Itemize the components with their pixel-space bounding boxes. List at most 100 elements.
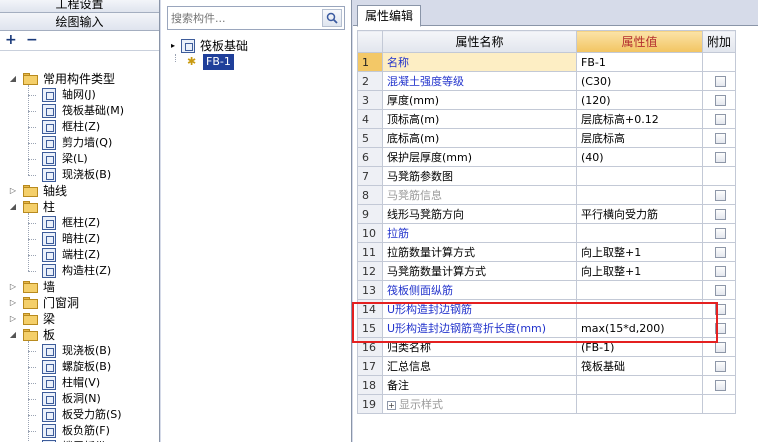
property-row[interactable]: 16 归类名称 (FB-1) [357,337,737,357]
extra-checkbox[interactable] [715,209,726,220]
extra-checkbox[interactable] [715,152,726,163]
tree-item[interactable]: 框柱(Z) [0,119,159,135]
property-value[interactable] [576,166,703,186]
tab-property-edit[interactable]: 属性编辑 [357,5,422,27]
property-value[interactable]: 向上取整+1 [576,261,703,281]
tree-item[interactable]: 端柱(Z) [0,247,159,263]
extra-checkbox[interactable] [715,285,726,296]
expand-icon[interactable]: ▷ [8,183,18,199]
property-value[interactable]: FB-1 [576,52,703,72]
extra-cell [701,204,737,224]
tree-item[interactable]: 轴网(J) [0,87,159,103]
tree-item[interactable]: 柱帽(V) [0,375,159,391]
tree-item[interactable]: 暗柱(Z) [0,231,159,247]
tree-folder[interactable]: ▷ 梁 [0,311,159,327]
property-row[interactable]: 9 线形马凳筋方向 平行横向受力筋 [357,204,737,224]
tree-folder[interactable]: ▷ 墙 [0,279,159,295]
expand-all-icon[interactable]: + [5,33,17,47]
tree-item[interactable]: 板洞(N) [0,391,159,407]
tree-item[interactable]: 现浇板(B) [0,343,159,359]
extra-checkbox[interactable] [715,76,726,87]
property-value[interactable]: (FB-1) [576,337,703,357]
collapse-all-icon[interactable]: − [26,33,38,47]
extra-cell [701,147,737,167]
property-value[interactable]: (C30) [576,71,703,91]
property-row[interactable]: 2 混凝土强度等级 (C30) [357,71,737,91]
tree-folder-label: 板 [43,328,56,342]
extra-checkbox[interactable] [715,304,726,315]
tree-folder[interactable]: ▷ 轴线 [0,183,159,199]
expand-icon[interactable]: ▷ [8,279,18,295]
tree-item[interactable]: 螺旋板(B) [0,359,159,375]
property-row[interactable]: 18 备注 [357,375,737,395]
drawing-input-header[interactable]: 绘图输入 [0,13,159,31]
extra-checkbox[interactable] [715,133,726,144]
property-row[interactable]: 1 名称 FB-1 [357,52,737,72]
extra-checkbox[interactable] [715,114,726,125]
project-settings-header[interactable]: 工程设置 [0,0,159,13]
property-row[interactable]: 10 拉筋 [357,223,737,243]
property-row[interactable]: 5 底标高(m) 层底标高 [357,128,737,148]
search-input[interactable] [171,10,321,26]
tree-item[interactable]: 板受力筋(S) [0,407,159,423]
tree-item[interactable]: 板负筋(F) [0,423,159,439]
extra-checkbox[interactable] [715,228,726,239]
tree-item[interactable]: 构造柱(Z) [0,263,159,279]
property-row[interactable]: 11 拉筋数量计算方式 向上取整+1 [357,242,737,262]
tree-item[interactable]: 梁(L) [0,151,159,167]
property-value[interactable]: 筏板基础 [576,356,703,376]
property-value[interactable]: 平行横向受力筋 [576,204,703,224]
property-row[interactable]: 12 马凳筋数量计算方式 向上取整+1 [357,261,737,281]
property-value[interactable] [576,223,703,243]
tree-folder-label: 墙 [43,280,56,294]
expand-icon[interactable]: ▷ [8,295,18,311]
extra-checkbox[interactable] [715,361,726,372]
property-value[interactable]: max(15*d,200) [576,318,703,338]
collapse-icon[interactable]: ◢ [8,327,18,343]
property-value[interactable]: (120) [576,90,703,110]
property-value[interactable]: 层底标高 [576,128,703,148]
property-value[interactable]: 向上取整+1 [576,242,703,262]
property-row[interactable]: 4 顶标高(m) 层底标高+0.12 [357,109,737,129]
property-row[interactable]: 14 U形构造封边钢筋 [357,299,737,319]
property-value[interactable] [576,375,703,395]
property-row[interactable]: 19 + 显示样式 [357,394,737,414]
property-row[interactable]: 7 马凳筋参数图 [357,166,737,186]
tree-item[interactable]: 框柱(Z) [0,215,159,231]
property-name: 混凝土强度等级 [382,71,577,91]
extra-checkbox[interactable] [715,266,726,277]
tree-folder[interactable]: ◢ 板 [0,327,159,343]
tree-item[interactable]: 剪力墙(Q) [0,135,159,151]
tree-folder[interactable]: ◢ 柱 [0,199,159,215]
collapse-icon[interactable]: ◢ [8,199,18,215]
extra-checkbox[interactable] [715,95,726,106]
property-row[interactable]: 3 厚度(mm) (120) [357,90,737,110]
property-row[interactable]: 15 U形构造封边钢筋弯折长度(mm) max(15*d,200) [357,318,737,338]
expand-icon[interactable]: + [387,400,396,410]
search-button[interactable] [322,9,342,27]
extra-checkbox[interactable] [715,342,726,353]
tree-item[interactable]: 筏板基础(M) [0,103,159,119]
tree-folder[interactable]: ◢ 常用构件类型 [0,71,159,87]
extra-checkbox[interactable] [715,190,726,201]
property-value[interactable] [576,299,703,319]
property-row[interactable]: 6 保护层厚度(mm) (40) [357,147,737,167]
property-row[interactable]: 17 汇总信息 筏板基础 [357,356,737,376]
property-value[interactable] [576,185,703,205]
expand-icon[interactable]: ▷ [8,311,18,327]
property-value[interactable]: (40) [576,147,703,167]
property-value[interactable]: 层底标高+0.12 [576,109,703,129]
extra-checkbox[interactable] [715,380,726,391]
collapse-icon[interactable]: ◢ [8,71,18,87]
extra-checkbox[interactable] [715,247,726,258]
tree-item[interactable]: 现浇板(B) [0,167,159,183]
extra-cell [701,71,737,91]
property-row[interactable]: 8 马凳筋信息 [357,185,737,205]
property-value[interactable] [576,394,703,414]
collapse-icon[interactable]: ▸ [171,38,175,54]
tree-folder[interactable]: ▷ 门窗洞 [0,295,159,311]
extra-checkbox[interactable] [715,323,726,334]
property-row[interactable]: 13 筏板侧面纵筋 [357,280,737,300]
property-value[interactable] [576,280,703,300]
tree-item-label: 梁(L) [62,152,88,165]
